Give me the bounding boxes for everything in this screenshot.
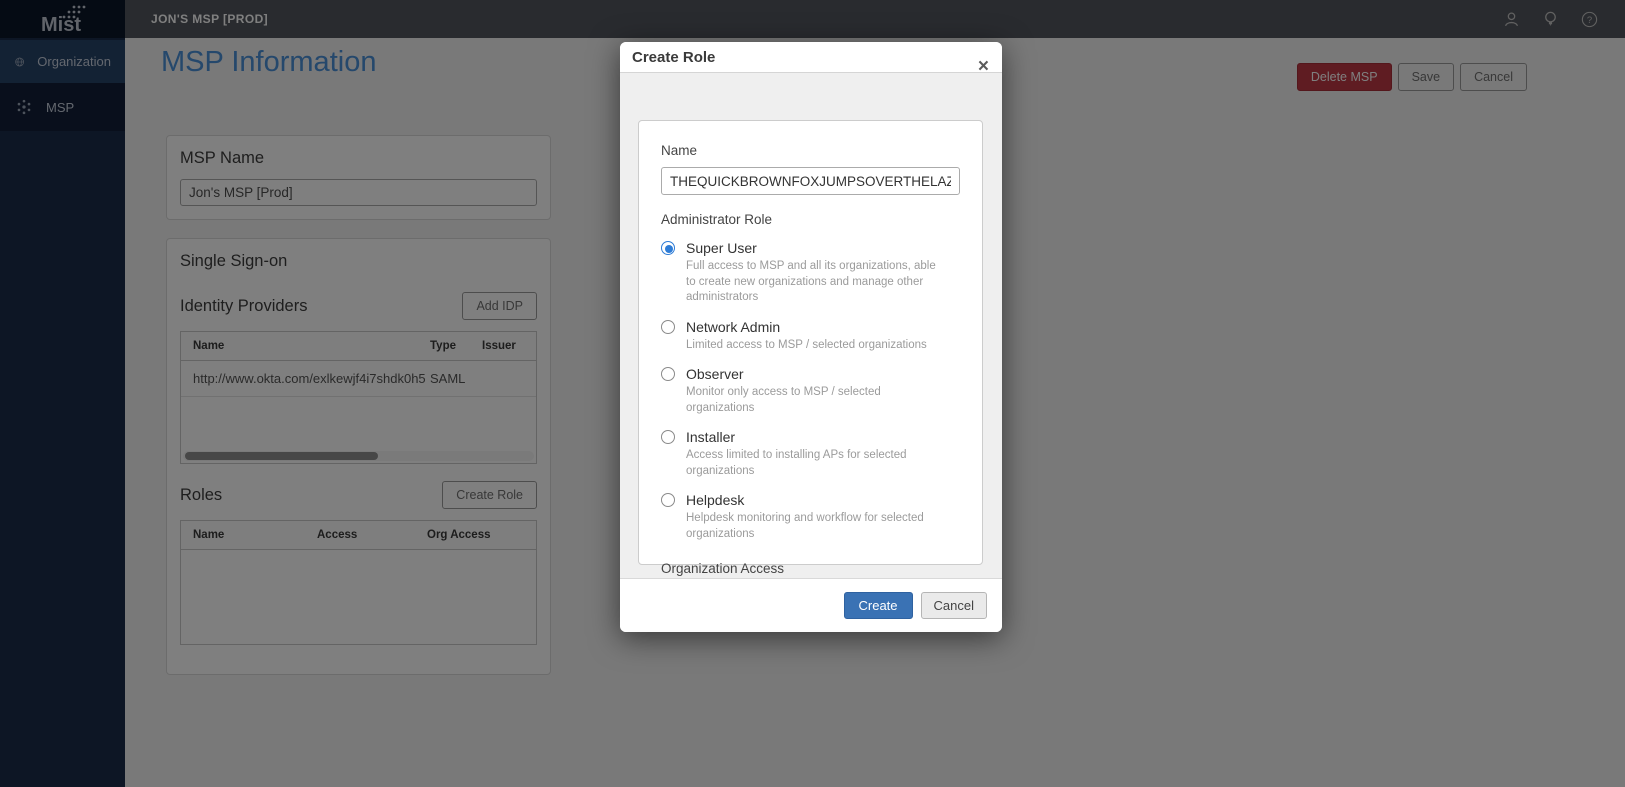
- role-name-input[interactable]: [661, 167, 960, 195]
- radio-observer[interactable]: Observer Monitor only access to MSP / se…: [661, 366, 960, 416]
- radio-label: Installer: [686, 429, 735, 445]
- close-icon[interactable]: ×: [978, 57, 989, 76]
- radio-button-icon[interactable]: [661, 241, 675, 255]
- create-role-form: Name Administrator Role Super User Full …: [638, 120, 983, 565]
- radio-network-admin[interactable]: Network Admin Limited access to MSP / se…: [661, 319, 960, 354]
- radio-description: Full access to MSP and all its organizat…: [686, 259, 948, 306]
- radio-label: Helpdesk: [686, 492, 744, 508]
- name-label: Name: [661, 143, 960, 158]
- organization-access-label: Organization Access: [661, 561, 960, 576]
- radio-helpdesk[interactable]: Helpdesk Helpdesk monitoring and workflo…: [661, 492, 960, 542]
- modal-title: Create Role: [632, 49, 715, 66]
- radio-description: Monitor only access to MSP / selected or…: [686, 385, 948, 416]
- radio-button-icon[interactable]: [661, 493, 675, 507]
- radio-description: Limited access to MSP / selected organiz…: [686, 338, 948, 354]
- radio-installer[interactable]: Installer Access limited to installing A…: [661, 429, 960, 479]
- radio-label: Network Admin: [686, 319, 780, 335]
- administrator-role-label: Administrator Role: [661, 212, 960, 227]
- create-role-modal: Create Role × Name Administrator Role Su…: [620, 42, 1002, 632]
- modal-cancel-button[interactable]: Cancel: [921, 592, 987, 619]
- modal-header: Create Role: [620, 42, 1002, 73]
- create-button[interactable]: Create: [844, 592, 913, 619]
- radio-description: Access limited to installing APs for sel…: [686, 448, 948, 479]
- radio-button-icon[interactable]: [661, 430, 675, 444]
- radio-label: Super User: [686, 240, 757, 256]
- modal-footer: Create Cancel: [620, 578, 1002, 632]
- radio-super-user[interactable]: Super User Full access to MSP and all it…: [661, 240, 960, 306]
- radio-label: Observer: [686, 366, 744, 382]
- radio-description: Helpdesk monitoring and workflow for sel…: [686, 511, 948, 542]
- radio-button-icon[interactable]: [661, 367, 675, 381]
- radio-button-icon[interactable]: [661, 320, 675, 334]
